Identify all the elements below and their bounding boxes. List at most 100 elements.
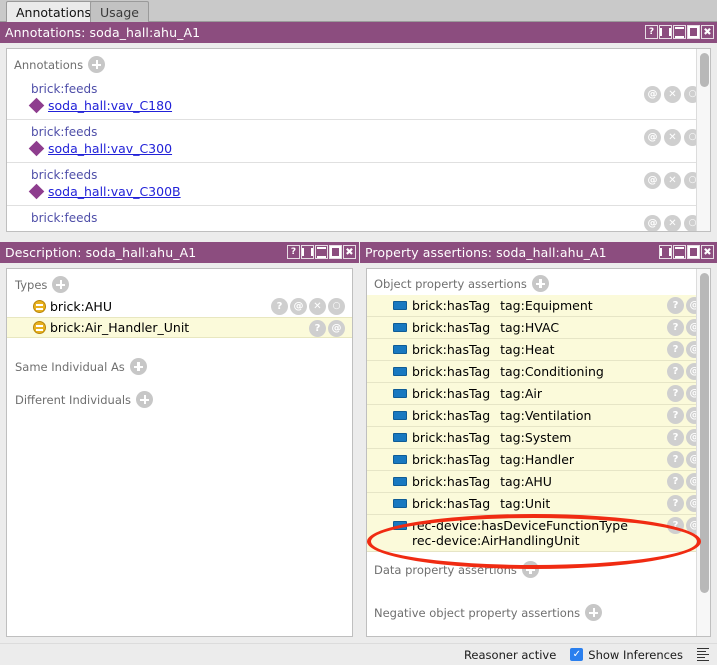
delete-icon[interactable]: ✕ (664, 172, 681, 189)
help-icon[interactable]: ? (667, 429, 684, 446)
add-data-property-assertion-button[interactable] (521, 561, 539, 578)
annotate-icon[interactable]: @ (644, 86, 661, 103)
types-section-header: Types (15, 276, 352, 293)
delete-icon[interactable]: ✕ (309, 298, 326, 315)
object-property-icon (393, 301, 407, 310)
help-icon[interactable]: ? (667, 363, 684, 380)
object-property-assertion-row[interactable]: brick:hasTag tag:Ventilation? @ (367, 405, 710, 427)
add-type-button[interactable] (52, 276, 70, 293)
help-icon[interactable]: ? (667, 407, 684, 424)
owl-class-icon (33, 321, 46, 334)
close-icon[interactable]: ✖ (343, 245, 356, 259)
annotation-row[interactable]: brick:feeds soda_hall:vav_C300B @ ✕ ○ (7, 163, 710, 206)
add-object-property-assertion-button[interactable] (531, 275, 549, 292)
annotate-icon[interactable]: @ (644, 215, 661, 231)
add-same-individual-button[interactable] (129, 358, 147, 375)
description-content: Types brick:AHU ? @ ✕ ○ brick:Air_Handle… (6, 268, 353, 637)
edit-icon[interactable]: ○ (328, 298, 345, 315)
list-icon[interactable] (697, 647, 709, 662)
annotations-scrollbar-thumb[interactable] (700, 53, 709, 87)
annotations-scrollbar[interactable] (696, 49, 710, 231)
object-property-assertion-row[interactable]: brick:hasTag tag:Equipment? @ (367, 295, 710, 317)
delete-icon[interactable]: ✕ (664, 86, 681, 103)
annotation-value-link[interactable]: soda_hall:vav_C300 (48, 141, 172, 156)
add-negative-object-property-assertion-button[interactable] (585, 604, 603, 621)
help-icon[interactable]: ? (287, 245, 300, 259)
annotations-panel-window-buttons: ? ✖ (645, 25, 714, 39)
assertion-line: brick:hasTag tag:Air (393, 386, 710, 401)
object-property-assertion-row[interactable]: rec-device:hasDeviceFunctionType rec-devi… (367, 515, 710, 552)
split-pane-icon[interactable] (659, 245, 672, 259)
help-icon[interactable]: ? (667, 495, 684, 512)
assertion-value: tag:Heat (500, 342, 555, 357)
help-icon[interactable]: ? (667, 297, 684, 314)
annotation-row-buttons: @ ✕ ○ (644, 172, 701, 189)
maximize-icon[interactable] (687, 245, 700, 259)
add-different-individual-button[interactable] (136, 391, 154, 408)
object-property-assertion-row[interactable]: brick:hasTag tag:AHU? @ (367, 471, 710, 493)
minimize-icon[interactable] (315, 245, 328, 259)
minimize-icon[interactable] (673, 245, 686, 259)
tab-usage[interactable]: Usage (90, 1, 149, 22)
assertion-line: brick:hasTag tag:AHU (393, 474, 710, 489)
object-property-assertion-row[interactable]: brick:hasTag tag:Conditioning? @ (367, 361, 710, 383)
help-icon[interactable]: ? (667, 473, 684, 490)
property-assertions-content: Object property assertions brick:hasTag t… (366, 268, 711, 637)
assertion-property: brick:hasTag (412, 474, 491, 489)
help-icon[interactable]: ? (309, 320, 326, 337)
object-property-assertions-label: Object property assertions (374, 276, 527, 291)
annotation-row[interactable]: brick:feeds @ ✕ ○ (7, 206, 710, 231)
help-icon[interactable]: ? (667, 517, 684, 534)
help-icon[interactable]: ? (645, 25, 658, 39)
maximize-icon[interactable] (687, 25, 700, 39)
close-icon[interactable]: ✖ (701, 25, 714, 39)
annotate-icon[interactable]: @ (644, 129, 661, 146)
assertion-value: tag:AHU (500, 474, 552, 489)
annotation-row[interactable]: brick:feeds soda_hall:vav_C300 @ ✕ ○ (7, 120, 710, 163)
annotation-value-link[interactable]: soda_hall:vav_C180 (48, 98, 172, 113)
delete-icon[interactable]: ✕ (664, 129, 681, 146)
description-panel-title-bar: Description: soda_hall:ahu_A1 ? ✖ (0, 242, 359, 263)
help-icon[interactable]: ? (667, 341, 684, 358)
delete-icon[interactable]: ✕ (664, 215, 681, 231)
show-inferences-checkbox[interactable]: ✓ (570, 648, 584, 661)
assertion-value: tag:Unit (500, 496, 551, 511)
type-row-air-handler-unit[interactable]: brick:Air_Handler_Unit ? @ (7, 317, 352, 338)
annotate-icon[interactable]: @ (290, 298, 307, 315)
annotation-row[interactable]: brick:feeds soda_hall:vav_C180 @ ✕ ○ (7, 77, 710, 120)
assertion-line: brick:hasTag tag:Unit (393, 496, 710, 511)
object-property-assertion-row[interactable]: brick:hasTag tag:HVAC? @ (367, 317, 710, 339)
help-icon[interactable]: ? (271, 298, 288, 315)
top-tab-strip: Annotations Usage (0, 0, 717, 22)
property-assertions-scrollbar-thumb[interactable] (700, 273, 709, 593)
type-row-ahu[interactable]: brick:AHU ? @ ✕ ○ (7, 296, 352, 317)
show-inferences-control[interactable]: ✓ Show Inferences (570, 648, 683, 662)
object-property-assertion-row[interactable]: brick:hasTag tag:Handler? @ (367, 449, 710, 471)
assertion-line: rec-device:hasDeviceFunctionType (393, 518, 710, 533)
assertion-value: tag:Handler (500, 452, 575, 467)
help-icon[interactable]: ? (667, 385, 684, 402)
split-pane-icon[interactable] (301, 245, 314, 259)
object-property-assertion-row[interactable]: brick:hasTag tag:System? @ (367, 427, 710, 449)
assertion-line: brick:hasTag tag:Heat (393, 342, 710, 357)
help-icon[interactable]: ? (667, 319, 684, 336)
annotate-icon[interactable]: @ (328, 320, 345, 337)
description-panel: Description: soda_hall:ahu_A1 ? ✖ Types … (0, 242, 359, 643)
object-property-assertion-row[interactable]: brick:hasTag tag:Air? @ (367, 383, 710, 405)
maximize-icon[interactable] (329, 245, 342, 259)
annotate-icon[interactable]: @ (644, 172, 661, 189)
add-annotation-button[interactable] (88, 56, 106, 73)
tab-annotations[interactable]: Annotations (6, 1, 102, 22)
annotation-value-link[interactable]: soda_hall:vav_C300B (48, 184, 181, 199)
annotation-value-wrap: soda_hall:vav_C180 (28, 97, 710, 114)
object-property-icon (393, 521, 407, 530)
object-property-assertion-row[interactable]: brick:hasTag tag:Heat? @ (367, 339, 710, 361)
annotations-section-header: Annotations (7, 49, 710, 77)
close-icon[interactable]: ✖ (701, 245, 714, 259)
minimize-icon[interactable] (673, 25, 686, 39)
annotations-panel-body: Annotations brick:feeds soda_hall:vav_C1… (0, 43, 717, 238)
object-property-assertion-row[interactable]: brick:hasTag tag:Unit? @ (367, 493, 710, 515)
help-icon[interactable]: ? (667, 451, 684, 468)
split-pane-icon[interactable] (659, 25, 672, 39)
property-assertions-scrollbar[interactable] (696, 269, 710, 636)
